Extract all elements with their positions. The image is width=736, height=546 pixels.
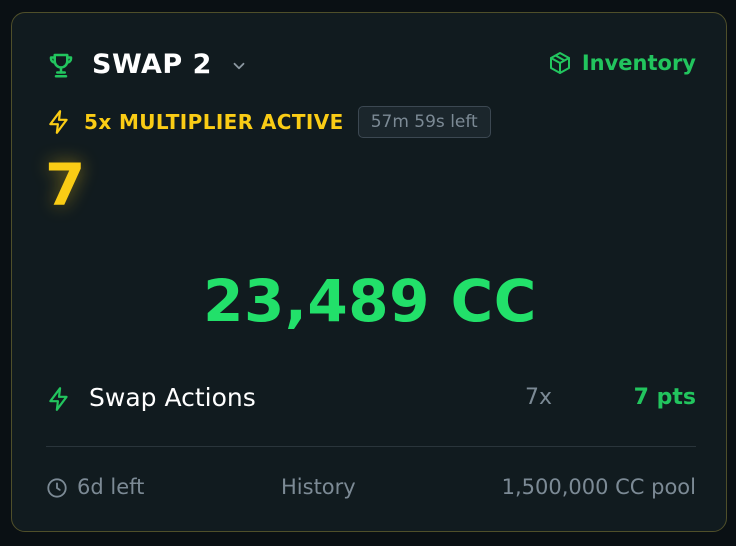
lightning-icon bbox=[49, 110, 68, 134]
divider bbox=[46, 446, 696, 447]
swap-actions-row: Swap Actions 7x 7 pts bbox=[46, 381, 696, 417]
streak-value: 7 bbox=[45, 151, 86, 219]
swap-title[interactable]: SWAP 2 bbox=[92, 49, 212, 80]
multiplier-label: 5x MULTIPLIER ACTIVE bbox=[84, 110, 344, 134]
inventory-button[interactable]: Inventory bbox=[548, 51, 696, 75]
swap-card: SWAP 2 Inventory 5x MULTIPLIER ACTIVE 57… bbox=[11, 12, 727, 532]
clock-icon bbox=[47, 478, 67, 498]
swap-actions-points: 7 pts bbox=[633, 385, 696, 410]
card-footer: 6d left History 1,500,000 CC pool bbox=[46, 473, 696, 503]
pool-size-label: 1,500,000 CC pool bbox=[501, 475, 696, 499]
swap-actions-count: 7x bbox=[525, 385, 553, 410]
card-header: SWAP 2 bbox=[46, 49, 248, 80]
chevron-down-icon[interactable] bbox=[230, 57, 248, 75]
time-left-label: 6d left bbox=[77, 475, 145, 499]
swap-actions-label: Swap Actions bbox=[89, 383, 256, 412]
history-link[interactable]: History bbox=[281, 475, 356, 499]
multiplier-row: 5x MULTIPLIER ACTIVE 57m 59s left bbox=[46, 106, 491, 138]
multiplier-timer-badge: 57m 59s left bbox=[357, 106, 491, 138]
box-icon bbox=[549, 52, 570, 74]
inventory-label: Inventory bbox=[581, 51, 696, 75]
trophy-icon bbox=[49, 53, 73, 77]
balance-amount: 23,489 CC bbox=[203, 267, 537, 335]
lightning-icon bbox=[49, 387, 68, 411]
